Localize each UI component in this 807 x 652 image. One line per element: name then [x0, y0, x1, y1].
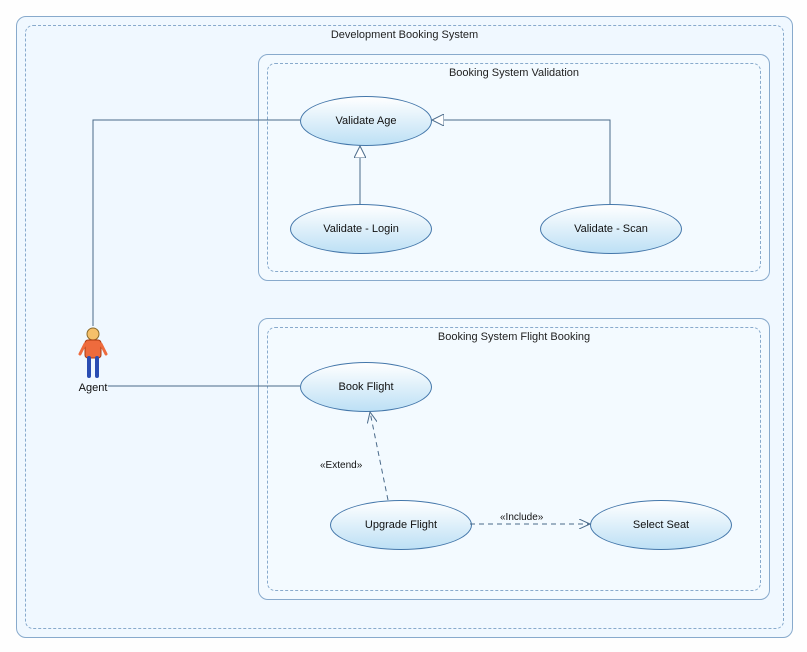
usecase-upgrade-flight: Upgrade Flight: [330, 500, 472, 550]
usecase-select-seat: Select Seat: [590, 500, 732, 550]
usecase-validate-age: Validate Age: [300, 96, 432, 146]
system-title: Development Booking System: [17, 29, 792, 41]
usecase-label: Book Flight: [338, 381, 393, 393]
usecase-label: Validate - Scan: [574, 223, 648, 235]
usecase-validate-login: Validate - Login: [290, 204, 432, 254]
usecase-label: Validate Age: [336, 115, 397, 127]
actor-agent: [78, 326, 108, 378]
usecase-label: Validate - Login: [323, 223, 399, 235]
usecase-book-flight: Book Flight: [300, 362, 432, 412]
include-label: «Include»: [500, 512, 543, 523]
flight-title: Booking System Flight Booking: [259, 331, 769, 343]
usecase-validate-scan: Validate - Scan: [540, 204, 682, 254]
validation-title: Booking System Validation: [259, 67, 769, 79]
person-icon: [78, 326, 108, 378]
extend-label: «Extend»: [320, 460, 362, 471]
actor-agent-label: Agent: [70, 382, 116, 394]
flight-boundary: Booking System Flight Booking: [258, 318, 770, 600]
usecase-label: Select Seat: [633, 519, 689, 531]
usecase-label: Upgrade Flight: [365, 519, 437, 531]
